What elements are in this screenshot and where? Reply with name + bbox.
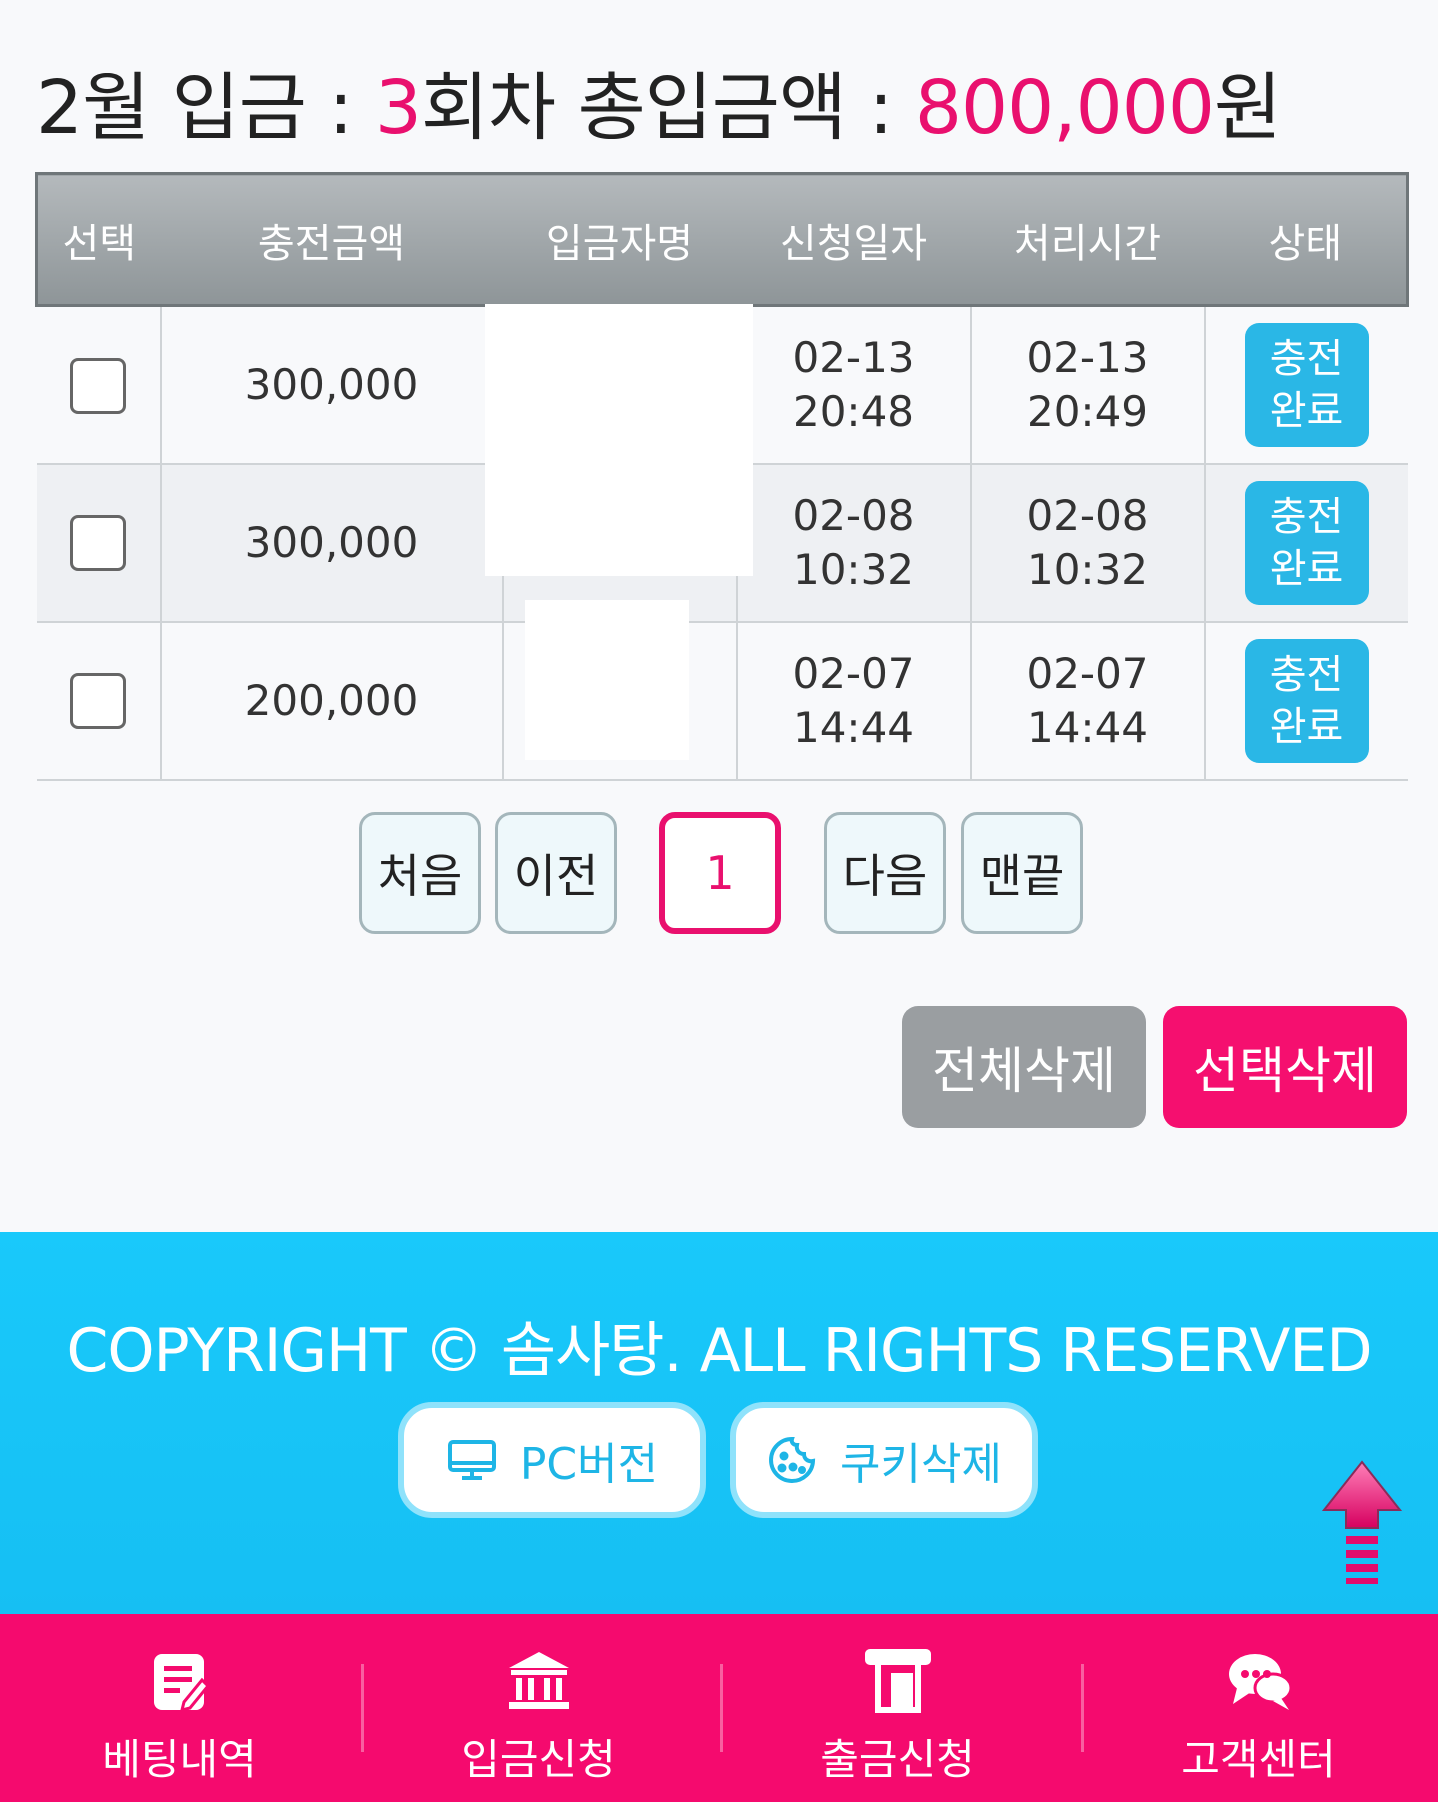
cookie-delete-button[interactable]: 쿠키삭제 xyxy=(730,1402,1038,1518)
amount-cell: 300,000 xyxy=(160,305,504,465)
request-date-cell: 02-13 20:48 xyxy=(736,305,972,465)
request-date-cell: 02-08 10:32 xyxy=(736,463,972,623)
row-checkbox[interactable] xyxy=(70,357,126,414)
header-request-date: 신청일자 xyxy=(736,172,971,307)
deposit-table: 선택 충전금액 입금자명 신청일자 처리시간 상태 300,000 02-13 2… xyxy=(35,172,1409,781)
row-checkbox[interactable] xyxy=(70,515,126,572)
pagination: 처음 이전 1 다음 맨끝 xyxy=(0,812,1438,936)
deposit-history-page: 2월 입금 : 3회차 총입금액 : 800,000원 선택 충전금액 입금자명… xyxy=(0,0,1438,1802)
monitor-icon xyxy=(447,1440,496,1480)
chat-bubbles-icon xyxy=(1228,1654,1292,1710)
table-row: 200,000 02-07 14:44 02-07 14:44 충전 완료 xyxy=(36,621,1408,781)
process-time-cell: 02-07 14:44 xyxy=(970,621,1206,781)
nav-customer-center[interactable]: 고객센터 xyxy=(1079,1614,1438,1802)
delete-selected-button[interactable]: 선택삭제 xyxy=(1163,1006,1407,1128)
process-time-cell: 02-08 10:32 xyxy=(970,463,1206,623)
deposit-total: 800,000 xyxy=(914,65,1215,151)
nav-betting-history[interactable]: 베팅내역 xyxy=(0,1614,359,1802)
document-edit-icon xyxy=(153,1654,210,1713)
row-checkbox[interactable] xyxy=(70,673,126,730)
status-badge: 충전 완료 xyxy=(1244,638,1369,763)
pc-version-button[interactable]: PC버전 xyxy=(398,1402,706,1518)
status-badge: 충전 완료 xyxy=(1244,322,1369,447)
header-status: 상태 xyxy=(1204,172,1409,307)
cookie-icon xyxy=(769,1436,816,1483)
nav-deposit-request[interactable]: 입금신청 xyxy=(359,1614,718,1802)
deposit-count: 3 xyxy=(374,65,422,151)
status-badge: 충전 완료 xyxy=(1244,480,1369,605)
page-current-button[interactable]: 1 xyxy=(659,812,781,934)
page-next-button[interactable]: 다음 xyxy=(824,812,946,934)
header-amount: 충전금액 xyxy=(160,172,503,307)
process-time-cell: 02-13 20:49 xyxy=(970,305,1206,465)
redacted-depositor-block xyxy=(525,600,689,760)
scroll-top-arrow-icon[interactable] xyxy=(1320,1458,1404,1588)
page-last-button[interactable]: 맨끝 xyxy=(961,812,1083,934)
header-process-time: 처리시간 xyxy=(970,172,1205,307)
header-select: 선택 xyxy=(35,172,161,307)
page-first-button[interactable]: 처음 xyxy=(359,812,481,934)
header-depositor: 입금자명 xyxy=(502,172,737,307)
amount-cell: 200,000 xyxy=(160,621,504,781)
copyright-text: COPYRIGHT © 솜사탕. ALL RIGHTS RESERVED xyxy=(66,1316,1372,1386)
request-date-cell: 02-07 14:44 xyxy=(736,621,972,781)
redacted-depositor-block xyxy=(485,304,753,576)
atm-withdraw-icon xyxy=(864,1649,931,1713)
deposit-summary: 2월 입금 : 3회차 총입금액 : 800,000원 xyxy=(36,65,1282,151)
delete-all-button[interactable]: 전체삭제 xyxy=(902,1006,1146,1128)
footer: COPYRIGHT © 솜사탕. ALL RIGHTS RESERVED PC버… xyxy=(0,1232,1438,1614)
bottom-nav: 베팅내역 입금신청 출금신청 고객센터 xyxy=(0,1614,1438,1802)
amount-cell: 300,000 xyxy=(160,463,504,623)
nav-withdraw-request[interactable]: 출금신청 xyxy=(718,1614,1077,1802)
page-prev-button[interactable]: 이전 xyxy=(495,812,617,934)
bank-icon xyxy=(508,1652,569,1709)
